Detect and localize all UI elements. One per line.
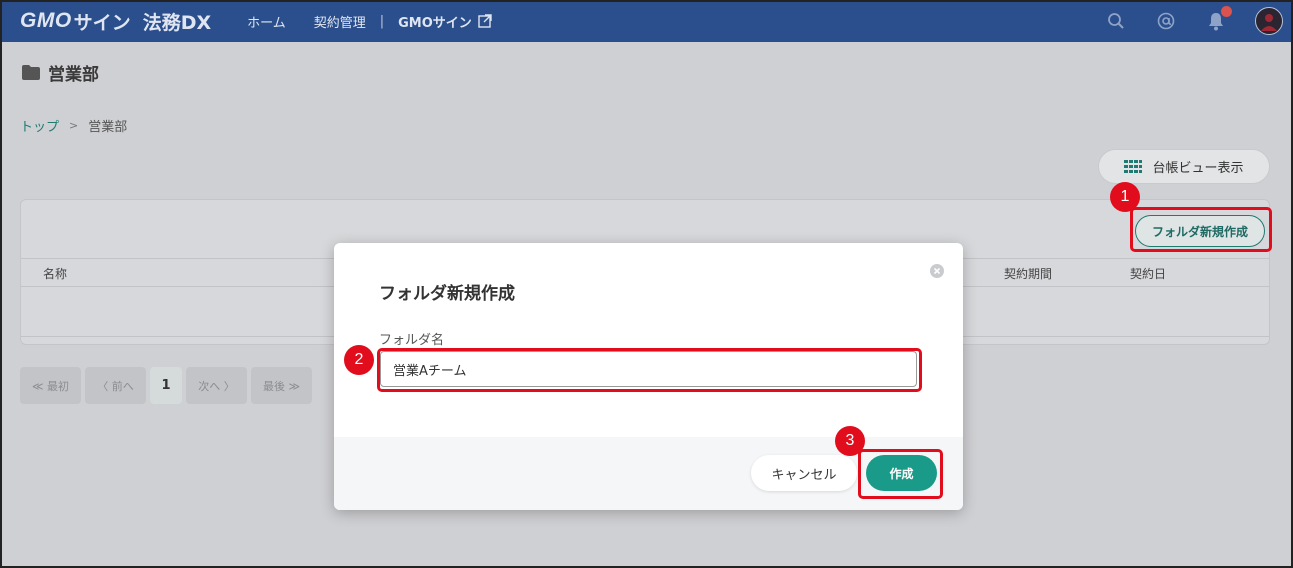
highlight-box-3 — [858, 449, 943, 499]
highlight-box-1 — [1130, 207, 1272, 252]
cancel-button[interactable]: キャンセル — [751, 455, 857, 491]
close-icon — [930, 264, 944, 278]
dialog-title: フォルダ新規作成 — [379, 284, 515, 304]
highlight-box-2 — [377, 348, 922, 392]
step-badge-1: 1 — [1110, 182, 1140, 212]
folder-name-label: フォルダ名 — [379, 333, 445, 348]
step-badge-2: 2 — [344, 345, 374, 375]
step-badge-3: 3 — [835, 426, 865, 456]
close-button[interactable] — [930, 263, 944, 278]
